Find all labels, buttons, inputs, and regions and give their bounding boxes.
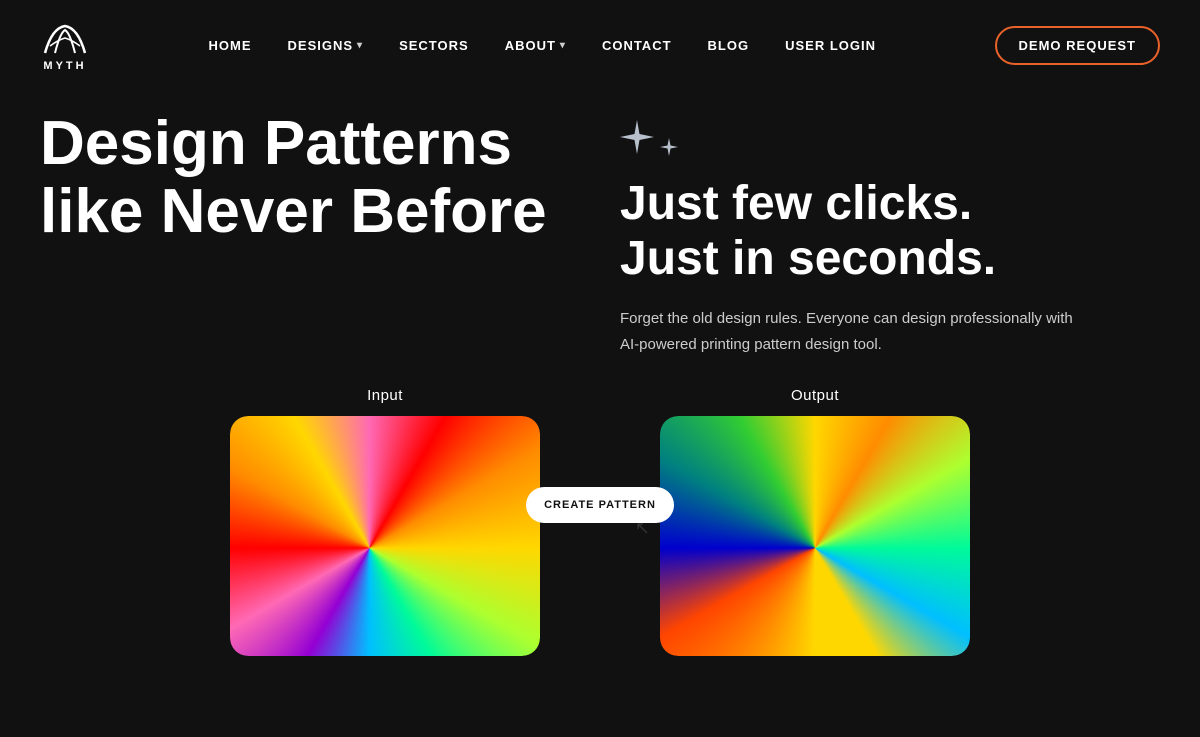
demo-request-button[interactable]: DEMO REQUEST — [995, 26, 1160, 65]
nav-user-login[interactable]: USER LOGIN — [785, 38, 876, 53]
header: MYTH HOME DESIGNS ▾ SECTORS ABOUT ▾ CONT… — [0, 0, 1200, 90]
nav-designs[interactable]: DESIGNS ▾ — [288, 38, 364, 53]
output-card-image — [660, 416, 970, 656]
output-tiedye-pattern — [660, 416, 970, 656]
nav-about[interactable]: ABOUT ▾ — [505, 38, 566, 53]
logo[interactable]: MYTH — [40, 18, 90, 72]
input-card-image — [230, 416, 540, 656]
nav-contact[interactable]: CONTACT — [602, 38, 672, 53]
logo-text: MYTH — [43, 60, 86, 72]
output-card-wrapper: Output — [660, 387, 970, 656]
create-pattern-button[interactable]: CREATE PATTERN — [526, 487, 674, 523]
cards-section: Input CREATE PATTERN ↖ Output — [0, 357, 1200, 656]
nav-home[interactable]: HOME — [209, 38, 252, 53]
hero-headline: Design Patterns like Never Before — [40, 110, 580, 246]
nav-blog[interactable]: BLOG — [708, 38, 750, 53]
main-nav: HOME DESIGNS ▾ SECTORS ABOUT ▾ CONTACT B… — [209, 38, 876, 53]
sparkle-large-icon — [620, 120, 654, 160]
hero-right: Just few clicks.Just in seconds. Forget … — [580, 110, 1160, 357]
tagline-heading: Just few clicks.Just in seconds. — [620, 176, 1160, 286]
hero-left: Design Patterns like Never Before — [40, 110, 580, 357]
tagline-body: Forget the old design rules. Everyone ca… — [620, 306, 1080, 357]
nav-sectors[interactable]: SECTORS — [399, 38, 469, 53]
input-card-wrapper: Input — [230, 387, 540, 656]
hero-section: Design Patterns like Never Before Just f… — [0, 90, 1200, 357]
designs-chevron-icon: ▾ — [357, 40, 363, 51]
output-label: Output — [791, 387, 839, 404]
logo-icon — [40, 18, 90, 58]
input-label: Input — [367, 387, 403, 404]
sparkle-small-icon — [660, 138, 678, 159]
create-button-wrapper: CREATE PATTERN ↖ — [540, 487, 660, 523]
sparkle-area — [620, 120, 1160, 160]
about-chevron-icon: ▾ — [560, 40, 566, 51]
input-tiedye-pattern — [230, 416, 540, 656]
